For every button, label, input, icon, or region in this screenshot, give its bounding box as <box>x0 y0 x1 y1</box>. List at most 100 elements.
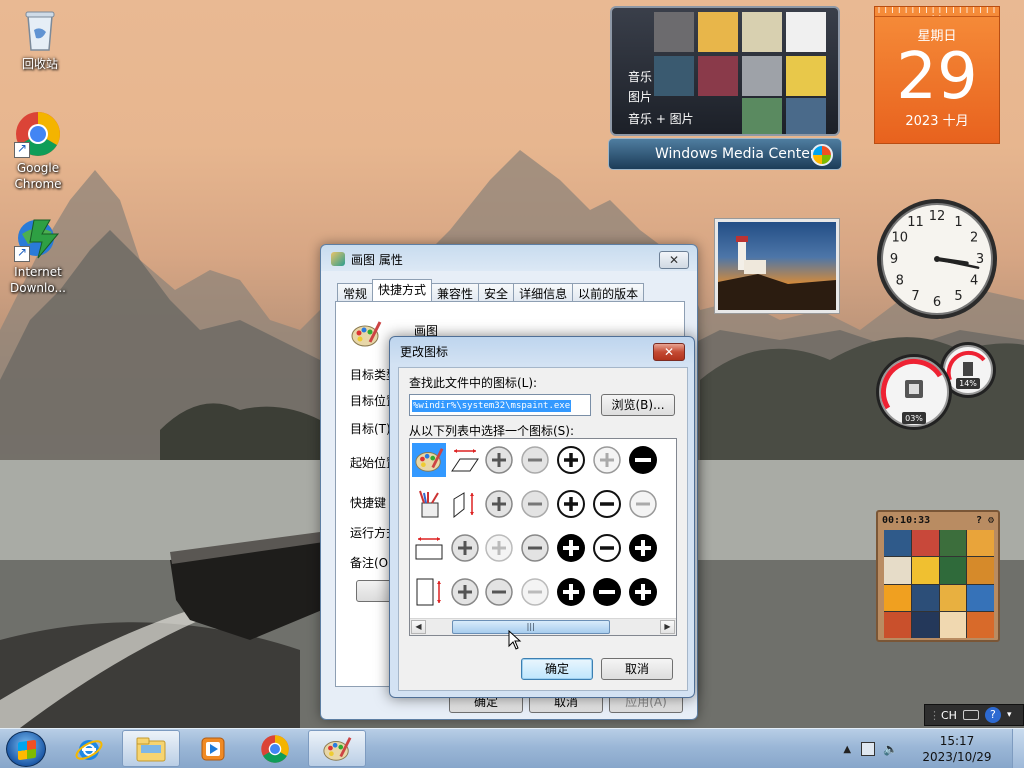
media-tile[interactable] <box>698 56 738 96</box>
browse-button[interactable]: 浏览(B)... <box>601 394 675 416</box>
tab-details[interactable]: 详细信息 <box>513 283 574 301</box>
desktop-icon-recycle-bin[interactable]: 回收站 <box>2 6 78 72</box>
icon-option-plus-light[interactable] <box>590 443 624 477</box>
icon-option-minus-solid[interactable] <box>590 575 624 609</box>
icon-option-stretch-horizontal[interactable] <box>412 531 446 565</box>
icon-option-minus-light[interactable] <box>626 487 660 521</box>
media-tile[interactable] <box>786 98 826 134</box>
icon-option-plus[interactable] <box>482 443 516 477</box>
icon-option-plus-solid[interactable] <box>626 531 660 565</box>
taskbar-google-chrome[interactable] <box>246 730 304 767</box>
media-tile[interactable] <box>742 98 782 134</box>
puzzle-tile[interactable] <box>939 584 967 611</box>
icon-option-plus[interactable] <box>482 487 516 521</box>
change-icon-titlebar[interactable]: 更改图标 <box>390 337 694 365</box>
icon-option-minus-outline[interactable] <box>590 531 624 565</box>
puzzle-tile[interactable] <box>911 557 939 584</box>
puzzle-grid[interactable] <box>884 530 994 638</box>
clock-area[interactable]: 15:17 2023/10/29 <box>902 733 1012 765</box>
show-hidden-icons-icon[interactable]: ▲ <box>843 744 851 755</box>
media-center-item-music[interactable]: 音乐 <box>628 68 652 85</box>
media-tile[interactable] <box>742 12 782 52</box>
puzzle-tile[interactable] <box>967 530 994 557</box>
media-tile[interactable] <box>698 12 738 52</box>
desktop-icon-google-chrome[interactable]: Google Chrome <box>0 110 76 192</box>
puzzle-tile[interactable] <box>911 530 939 557</box>
tab-security[interactable]: 安全 <box>478 283 515 301</box>
slideshow-gadget[interactable] <box>714 218 840 314</box>
help-icon[interactable]: ? <box>984 707 1001 723</box>
icon-option-minus-light[interactable] <box>518 575 552 609</box>
media-tile[interactable] <box>786 12 826 52</box>
media-center-gadget[interactable]: 音乐 图片 音乐 + 图片 <box>610 6 840 136</box>
puzzle-tile[interactable] <box>884 530 911 557</box>
icon-option-minus[interactable] <box>518 487 552 521</box>
media-center-item-music-pictures[interactable]: 音乐 + 图片 <box>628 110 694 127</box>
desktop-icon-internet-download-manager[interactable]: Internet Downlo... <box>0 214 76 296</box>
icon-option-stretch-vertical[interactable] <box>412 575 446 609</box>
icon-option-plus[interactable] <box>448 575 482 609</box>
network-icon[interactable] <box>861 742 876 756</box>
change-icon-close-button[interactable]: ✕ <box>653 343 685 361</box>
icon-option-minus-outline[interactable] <box>590 487 624 521</box>
change-icon-dialog[interactable]: 更改图标 ✕ 查找此文件中的图标(L): %windir%\system32\m… <box>389 336 695 698</box>
cpu-meter-gadget[interactable]: 03% 14% <box>874 340 1000 432</box>
minimize-language-bar-icon[interactable]: ▾ <box>1007 710 1012 720</box>
puzzle-tile[interactable] <box>884 611 911 638</box>
taskbar-paint[interactable] <box>308 730 366 767</box>
icon-list[interactable]: ◀ ||| ▶ <box>409 438 677 636</box>
puzzle-tile[interactable] <box>939 557 967 584</box>
icon-option-plus-outline[interactable] <box>554 487 588 521</box>
language-indicator[interactable]: CH <box>941 709 957 722</box>
show-desktop-button[interactable] <box>1012 729 1024 768</box>
tab-general[interactable]: 常规 <box>337 283 374 301</box>
puzzle-help-icon[interactable]: ? ⚙ <box>976 515 994 526</box>
taskbar-internet-explorer[interactable] <box>60 730 118 767</box>
start-button[interactable] <box>6 731 46 767</box>
icon-option-plus[interactable] <box>448 531 482 565</box>
puzzle-tile[interactable] <box>967 557 994 584</box>
icon-option-plus-solid[interactable] <box>626 575 660 609</box>
puzzle-tile[interactable] <box>884 557 911 584</box>
icon-option-minus[interactable] <box>482 575 516 609</box>
media-tile[interactable] <box>654 12 694 52</box>
media-center-launch-bar[interactable]: Windows Media Center <box>608 138 842 170</box>
properties-titlebar[interactable]: 画图 属性 <box>321 245 697 273</box>
calendar-gadget[interactable]: l l l l l l l l l l l l l l l l l l l l … <box>874 6 1000 144</box>
volume-muted-icon[interactable]: 🔈 <box>883 742 898 756</box>
picture-puzzle-gadget[interactable]: 00:10:33 ? ⚙ <box>876 510 1000 642</box>
puzzle-tile[interactable] <box>967 611 994 638</box>
taskbar-windows-explorer[interactable] <box>122 730 180 767</box>
tab-previous-versions[interactable]: 以前的版本 <box>572 283 645 301</box>
icon-option-plus-solid[interactable] <box>554 531 588 565</box>
language-bar[interactable]: ⋮ CH ? ▾ <box>924 704 1024 726</box>
icon-option-paint-palette[interactable] <box>412 443 446 477</box>
puzzle-tile[interactable] <box>911 584 939 611</box>
puzzle-tile[interactable] <box>967 584 994 611</box>
puzzle-tile[interactable] <box>911 611 939 638</box>
media-tile[interactable] <box>786 56 826 96</box>
icon-option-plus-outline[interactable] <box>554 443 588 477</box>
icon-file-path-input[interactable]: %windir%\system32\mspaint.exe <box>409 394 591 416</box>
tab-shortcut[interactable]: 快捷方式 <box>372 279 433 301</box>
change-icon-cancel-button[interactable]: 取消 <box>601 658 673 680</box>
taskbar-media-player[interactable] <box>184 730 242 767</box>
icon-option-minus-solid[interactable] <box>626 443 660 477</box>
change-icon-ok-button[interactable]: 确定 <box>521 658 593 680</box>
puzzle-tile[interactable] <box>939 530 967 557</box>
icon-option-minus[interactable] <box>518 443 552 477</box>
icon-option-minus[interactable] <box>518 531 552 565</box>
icon-option-skew-vertical[interactable] <box>448 487 482 521</box>
scrollbar-thumb[interactable]: ||| <box>451 620 610 634</box>
scroll-left-arrow-icon[interactable]: ◀ <box>411 620 426 634</box>
tab-compatibility[interactable]: 兼容性 <box>431 283 480 301</box>
icon-option-plus-solid[interactable] <box>554 575 588 609</box>
properties-close-button[interactable]: ✕ <box>659 251 689 269</box>
media-tile[interactable] <box>654 56 694 96</box>
keyboard-icon[interactable] <box>962 710 979 720</box>
puzzle-tile[interactable] <box>884 584 911 611</box>
icon-list-horizontal-scrollbar[interactable]: ◀ ||| ▶ <box>410 618 676 635</box>
icon-option-plus-light[interactable] <box>482 531 516 565</box>
icon-option-skew-horizontal[interactable] <box>448 443 482 477</box>
puzzle-tile[interactable] <box>939 611 967 638</box>
